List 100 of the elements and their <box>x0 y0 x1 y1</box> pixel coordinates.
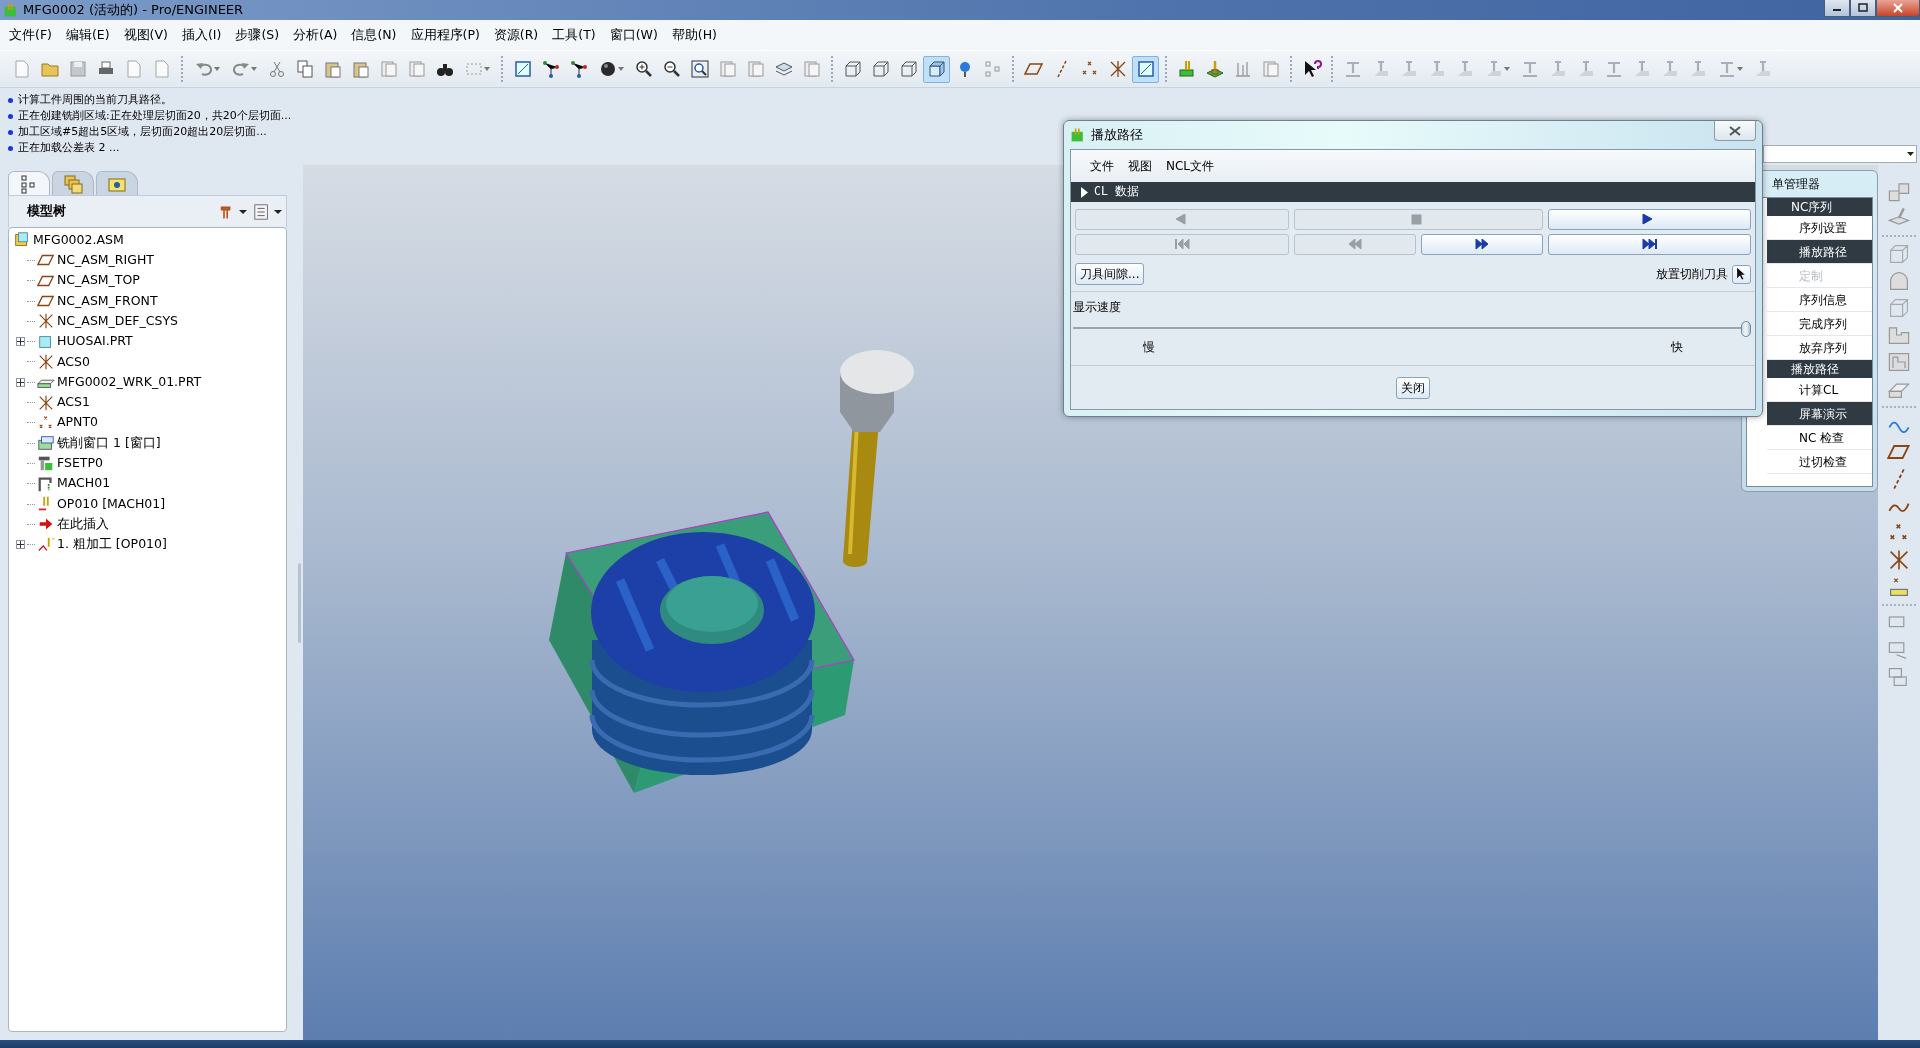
sheets-icon[interactable] <box>406 59 427 79</box>
menu-item[interactable]: NCL文件 <box>1159 157 1222 175</box>
minimize-button[interactable] <box>1824 0 1850 17</box>
menu-item[interactable]: 插入(I) <box>174 25 229 45</box>
menu-item[interactable]: 帮助(H) <box>664 25 724 45</box>
clearance-button[interactable]: 刀具间隙... <box>1075 263 1145 285</box>
zoom-fit-icon[interactable] <box>689 59 710 79</box>
sheets-icon[interactable] <box>1260 59 1281 79</box>
zoom-out-icon[interactable] <box>661 59 682 79</box>
tree-item[interactable]: OP010 [MACH01] <box>57 494 166 514</box>
caret-icon[interactable] <box>1907 152 1914 156</box>
tree-item[interactable]: 1. 粗加工 [OP010] <box>57 535 167 554</box>
menu-item[interactable]: 屏幕演示 <box>1767 402 1872 426</box>
menu-item[interactable]: 信息(N) <box>344 25 404 45</box>
menu-item[interactable]: 工具(T) <box>545 25 603 45</box>
paste-icon[interactable] <box>322 59 343 79</box>
sheets-icon[interactable] <box>801 59 822 79</box>
expand-toggle[interactable] <box>16 377 25 387</box>
close-icon[interactable] <box>1890 1 1906 15</box>
caret-icon[interactable] <box>239 209 247 214</box>
slider-thumb[interactable] <box>1741 321 1751 337</box>
close-button[interactable] <box>1876 0 1920 17</box>
copy-icon[interactable] <box>294 59 315 79</box>
step-profile-icon[interactable] <box>1887 350 1911 374</box>
dome-icon[interactable] <box>1887 269 1911 293</box>
tree-item[interactable]: ACS1 <box>57 393 90 412</box>
frame-icon[interactable] <box>1135 59 1156 79</box>
tree-item[interactable]: HUOSAI.PRT <box>57 332 133 351</box>
milling-icon[interactable] <box>1204 59 1225 79</box>
speed-slider[interactable] <box>1073 321 1751 335</box>
maximize-button[interactable] <box>1850 0 1876 17</box>
bullet-icon <box>8 113 13 119</box>
sheets-icon[interactable] <box>717 59 738 79</box>
wireframe-cube-icon[interactable] <box>870 59 891 79</box>
tree-item[interactable]: APNT0 <box>57 413 99 433</box>
place-tool-button[interactable] <box>1732 264 1751 284</box>
menu-item[interactable]: 文件(F) <box>2 25 59 45</box>
frame-icon[interactable] <box>512 59 533 79</box>
node-link-icon[interactable] <box>540 59 561 79</box>
panel-tab[interactable] <box>96 171 138 195</box>
coordinate-system-icon <box>37 352 55 371</box>
tool-icon[interactable] <box>1717 59 1737 79</box>
dropdown-field[interactable] <box>1763 145 1917 163</box>
wireframe-cube-icon[interactable] <box>842 59 863 79</box>
menu-item[interactable]: 资源(R) <box>486 25 546 45</box>
wireframe-cube-icon[interactable] <box>898 59 919 79</box>
menu-item[interactable]: 完成序列 <box>1767 312 1872 336</box>
tree-item[interactable]: MACH01 <box>57 474 111 494</box>
menu-item[interactable]: 视图(V) <box>116 25 175 45</box>
menu-item[interactable]: 分析(A) <box>286 25 345 45</box>
nodes-icon[interactable] <box>568 59 589 79</box>
shaded-cube-icon[interactable] <box>926 59 947 79</box>
bullet-icon <box>8 129 13 135</box>
tree-item[interactable]: MFG0002_WRK_01.PRT <box>57 372 202 392</box>
save-icon[interactable] <box>67 59 88 79</box>
playback-button[interactable] <box>1421 234 1543 255</box>
box-icon[interactable] <box>1887 242 1911 266</box>
coordinate-system-icon <box>37 312 55 331</box>
tree-item[interactable]: NC_ASM_FRONT <box>57 291 158 311</box>
sphere-icon[interactable] <box>598 59 618 79</box>
menu-item[interactable]: 窗口(W) <box>602 25 665 45</box>
close-button[interactable] <box>1714 121 1756 141</box>
menu-section-header: NC序列 <box>1767 198 1872 216</box>
panel-tab[interactable] <box>52 171 94 195</box>
paste-icon[interactable] <box>350 59 371 79</box>
menu-item[interactable]: 播放路径 <box>1767 240 1872 264</box>
menu-item[interactable]: 文件 <box>1083 157 1121 175</box>
menu-item[interactable]: 视图 <box>1121 157 1159 175</box>
section-bar[interactable]: CL 数据 <box>1071 182 1755 202</box>
close-icon[interactable] <box>1729 125 1741 136</box>
menu-item[interactable]: 编辑(E) <box>58 25 117 45</box>
tree-item[interactable]: 在此插入 <box>57 514 109 534</box>
tree-item[interactable]: 铣削窗口 1 [窗口] <box>57 433 161 453</box>
menu-item[interactable]: NC 检查 <box>1767 426 1872 450</box>
maximize-icon[interactable] <box>1855 1 1871 15</box>
caret-icon[interactable] <box>274 209 282 214</box>
tree-item[interactable]: MFG0002.ASM <box>33 230 124 250</box>
playback-button[interactable] <box>1548 234 1751 255</box>
menu-item[interactable]: 步骤(S) <box>228 25 287 45</box>
sheets-icon[interactable] <box>378 59 399 79</box>
point-on-surface-icon[interactable] <box>1887 575 1911 599</box>
splitter-handle[interactable] <box>297 562 301 643</box>
menu-item[interactable]: 应用程序(P) <box>403 25 487 45</box>
tree-item[interactable]: FSETP0 <box>57 454 103 473</box>
expand-toggle[interactable] <box>16 337 25 347</box>
expand-toggle[interactable] <box>16 540 25 550</box>
zoom-in-icon[interactable] <box>633 59 654 79</box>
tree-item[interactable]: NC_ASM_DEF_CSYS <box>57 311 179 331</box>
milling-icon[interactable] <box>1176 59 1197 79</box>
tree-item[interactable]: NC_ASM_TOP <box>57 271 140 291</box>
grid-icon[interactable] <box>982 59 1003 79</box>
tree-item[interactable]: ACS0 <box>57 352 90 372</box>
tree-item[interactable]: NC_ASM_RIGHT <box>57 251 154 270</box>
menu-item[interactable]: 过切检查 <box>1767 450 1872 474</box>
sheets-icon[interactable] <box>745 59 766 79</box>
close-button[interactable]: 关闭 <box>1396 376 1430 399</box>
menu-item[interactable]: 序列信息 <box>1767 288 1872 312</box>
coordinate-system-icon[interactable] <box>1887 548 1911 572</box>
panel-tab[interactable] <box>8 171 50 195</box>
list-settings-icon[interactable] <box>253 201 271 222</box>
